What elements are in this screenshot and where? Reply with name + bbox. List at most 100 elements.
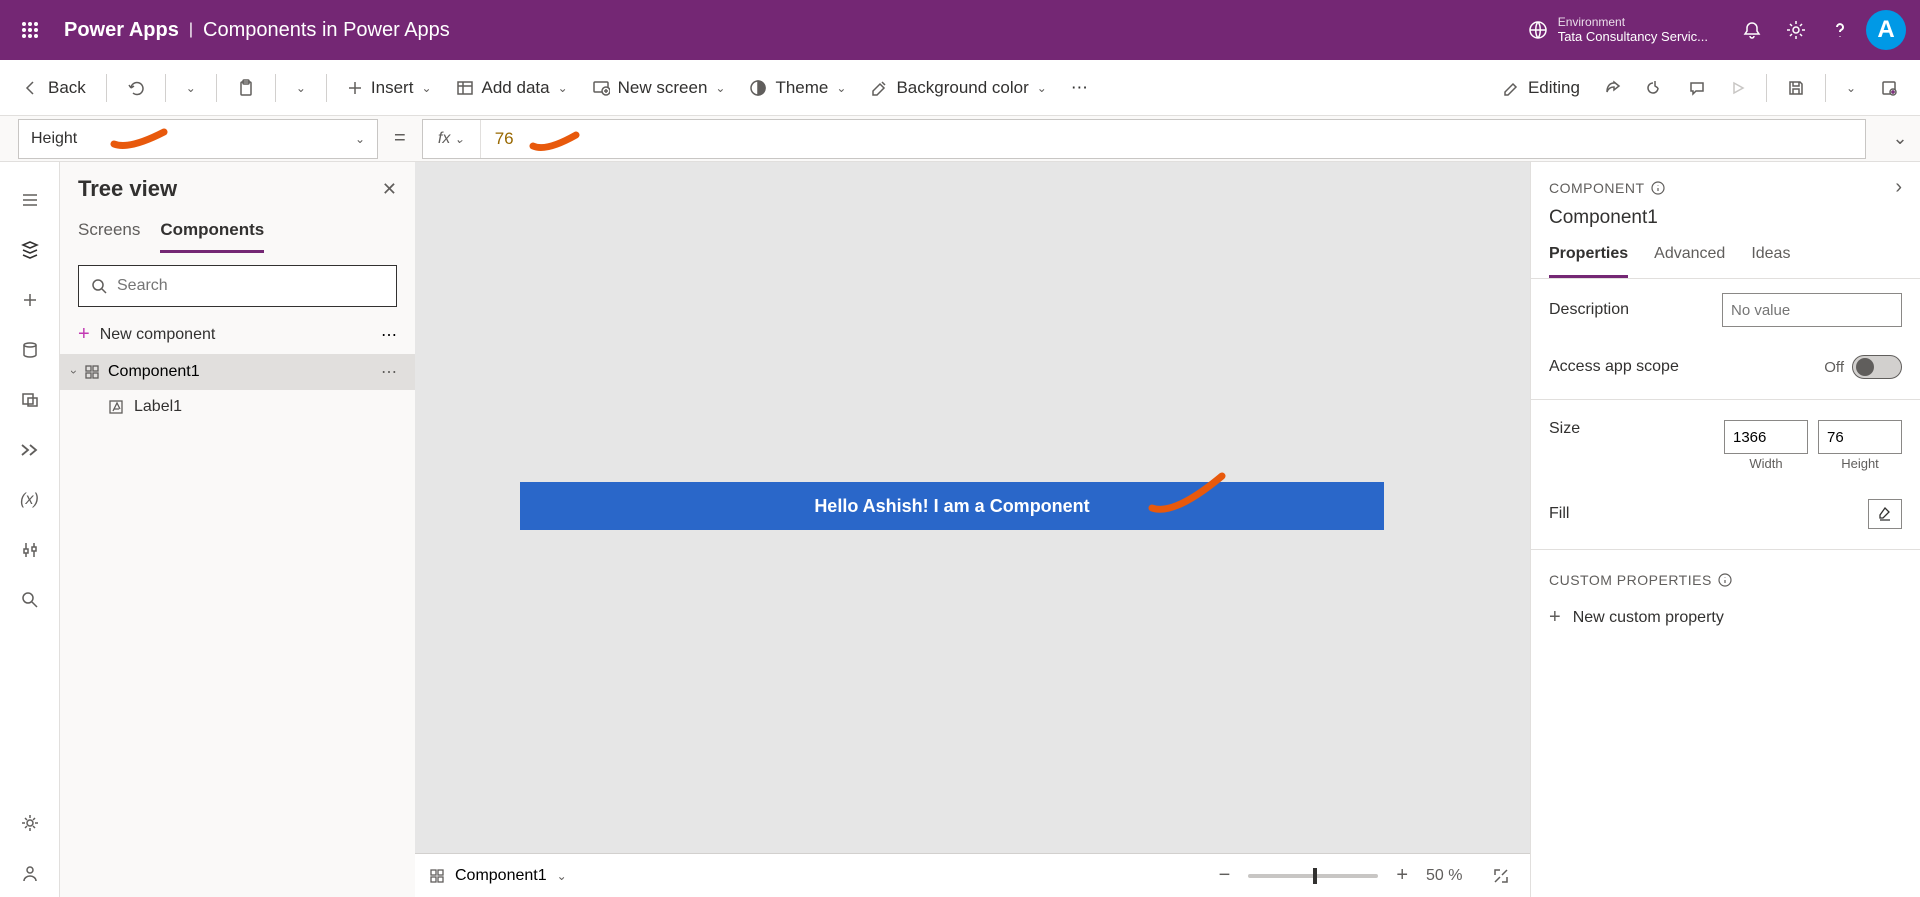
tree-item-component1[interactable]: › Component1 ⋯ xyxy=(60,354,415,390)
info-icon[interactable] xyxy=(1651,181,1665,195)
preview-button[interactable] xyxy=(1720,68,1756,108)
canvas-footer: Component1 ⌄ − + 50 % xyxy=(415,853,1530,897)
component-icon xyxy=(84,364,100,380)
new-component-button[interactable]: +New component ⋯ xyxy=(60,315,415,354)
comments-button[interactable] xyxy=(1678,68,1716,108)
tree-item-label1[interactable]: Label1 xyxy=(60,390,415,424)
new-comp-more-icon[interactable]: ⋯ xyxy=(381,325,397,345)
new-screen-button[interactable]: New screen ⌄ xyxy=(582,68,736,108)
tab-components[interactable]: Components xyxy=(160,214,264,253)
fit-to-screen-button[interactable] xyxy=(1486,867,1516,885)
zoom-out-button[interactable]: − xyxy=(1211,864,1239,887)
formula-value[interactable]: 76 xyxy=(481,129,528,149)
add-data-button[interactable]: Add data ⌄ xyxy=(446,68,578,108)
tools-rail-icon[interactable] xyxy=(6,526,54,574)
search-rail-icon[interactable] xyxy=(6,576,54,624)
app-launcher-button[interactable] xyxy=(14,14,46,46)
zoom-level: 50 % xyxy=(1426,867,1476,885)
bg-color-button[interactable]: Background color ⌄ xyxy=(860,68,1056,108)
tree-view-icon[interactable] xyxy=(6,226,54,274)
tree-search-input[interactable] xyxy=(117,277,384,295)
props-section-label: COMPONENT xyxy=(1549,180,1645,196)
access-scope-label: Access app scope xyxy=(1549,358,1679,376)
size-label: Size xyxy=(1549,420,1580,438)
tab-properties[interactable]: Properties xyxy=(1549,239,1628,278)
tab-screens[interactable]: Screens xyxy=(78,214,140,253)
insert-button[interactable]: Insert ⌄ xyxy=(337,68,442,108)
fx-button[interactable]: fx⌄ xyxy=(423,120,481,158)
zoom-slider[interactable] xyxy=(1248,874,1378,878)
virtual-agent-icon[interactable] xyxy=(6,849,54,897)
property-name: Height xyxy=(31,130,77,148)
fill-color-picker[interactable] xyxy=(1868,499,1902,529)
flows-rail-icon[interactable] xyxy=(6,426,54,474)
insert-rail-icon[interactable] xyxy=(6,276,54,324)
editing-mode-button[interactable]: Editing xyxy=(1492,68,1590,108)
env-name: Tata Consultancy Servic... xyxy=(1558,29,1708,45)
overflow-button[interactable]: ⋯ xyxy=(1061,68,1098,108)
label-text: Hello Ashish! I am a Component xyxy=(814,496,1089,517)
tree-search-box[interactable] xyxy=(78,265,397,307)
env-label: Environment xyxy=(1558,15,1708,29)
paste-more-button[interactable]: ⌄ xyxy=(286,68,316,108)
property-selector[interactable]: Height ⌄ xyxy=(18,119,378,159)
theme-button[interactable]: Theme ⌄ xyxy=(739,68,856,108)
undo-button[interactable] xyxy=(117,68,155,108)
tree-child-label: Label1 xyxy=(134,398,182,416)
help-button[interactable] xyxy=(1818,8,1862,52)
access-scope-toggle[interactable] xyxy=(1852,355,1902,379)
hamburger-icon[interactable] xyxy=(6,176,54,224)
environment-picker[interactable]: Environment Tata Consultancy Servic... xyxy=(1528,15,1708,45)
toggle-off-label: Off xyxy=(1824,359,1844,376)
data-rail-icon[interactable] xyxy=(6,326,54,374)
left-rail: (x) xyxy=(0,162,60,897)
app-header: Power Apps | Components in Power Apps En… xyxy=(0,0,1920,60)
close-tree-button[interactable]: ✕ xyxy=(382,179,397,200)
save-more-button[interactable]: ⌄ xyxy=(1836,68,1866,108)
expand-props-button[interactable]: › xyxy=(1895,176,1902,199)
custom-props-header: CUSTOM PROPERTIES xyxy=(1549,572,1712,588)
description-input[interactable] xyxy=(1722,293,1902,327)
width-sublabel: Width xyxy=(1749,456,1782,471)
checker-button[interactable] xyxy=(1636,68,1674,108)
save-button[interactable] xyxy=(1777,68,1815,108)
component-preview[interactable]: Hello Ashish! I am a Component xyxy=(520,482,1384,530)
tree-view-panel: Tree view ✕ Screens Components +New comp… xyxy=(60,162,415,897)
publish-button[interactable] xyxy=(1870,68,1908,108)
selected-component-name: Component1 xyxy=(1531,203,1920,239)
search-icon xyxy=(91,278,107,294)
share-button[interactable] xyxy=(1594,68,1632,108)
undo-more-button[interactable]: ⌄ xyxy=(176,68,206,108)
expand-formula-button[interactable]: ⌄ xyxy=(1880,128,1920,149)
plus-icon: + xyxy=(78,323,90,346)
canvas-breadcrumb[interactable]: Component1 xyxy=(455,867,547,885)
chevron-down-icon: › xyxy=(67,370,81,374)
media-rail-icon[interactable] xyxy=(6,376,54,424)
new-custom-property-button[interactable]: + New custom property xyxy=(1531,596,1920,639)
settings-button[interactable] xyxy=(1774,8,1818,52)
width-input[interactable] xyxy=(1724,420,1808,454)
canvas-area: Hello Ashish! I am a Component Component… xyxy=(415,162,1530,897)
chevron-down-icon: ⌄ xyxy=(355,132,365,146)
notifications-button[interactable] xyxy=(1730,8,1774,52)
tab-ideas[interactable]: Ideas xyxy=(1751,239,1790,278)
tab-advanced[interactable]: Advanced xyxy=(1654,239,1725,278)
height-input[interactable] xyxy=(1818,420,1902,454)
brand-link[interactable]: Power Apps xyxy=(64,19,179,42)
info-icon[interactable] xyxy=(1718,573,1732,587)
fill-label: Fill xyxy=(1549,505,1569,523)
design-canvas[interactable]: Hello Ashish! I am a Component xyxy=(415,162,1530,853)
back-button[interactable]: Back xyxy=(12,68,96,108)
paste-button[interactable] xyxy=(227,68,265,108)
formula-bar: Height ⌄ = fx⌄ 76 ⌄ xyxy=(0,116,1920,162)
tree-item-more-icon[interactable]: ⋯ xyxy=(381,362,397,382)
user-avatar[interactable]: A xyxy=(1866,10,1906,50)
equals-sign: = xyxy=(394,127,406,150)
command-bar: Back ⌄ ⌄ Insert ⌄ Add data ⌄ New screen … xyxy=(0,60,1920,116)
zoom-in-button[interactable]: + xyxy=(1388,864,1416,887)
chevron-down-icon[interactable]: ⌄ xyxy=(557,869,567,883)
variables-rail-icon[interactable]: (x) xyxy=(6,476,54,524)
separator: | xyxy=(189,21,193,39)
app-name: Components in Power Apps xyxy=(203,19,450,42)
settings-rail-icon[interactable] xyxy=(6,799,54,847)
